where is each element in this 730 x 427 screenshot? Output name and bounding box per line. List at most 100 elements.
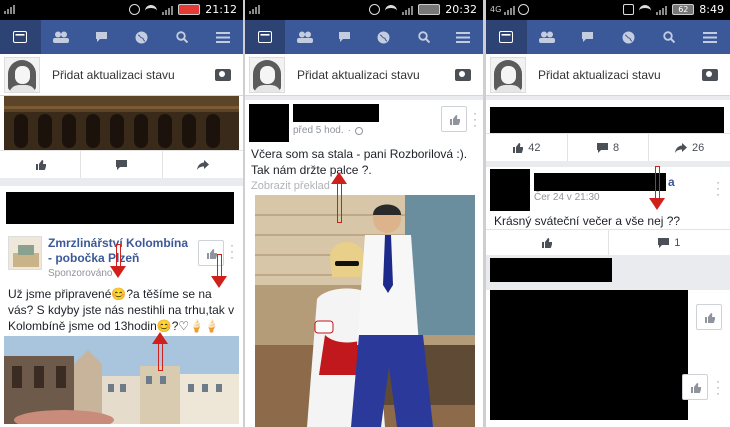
comment-button[interactable]: 8	[568, 134, 650, 161]
redacted-name	[293, 104, 379, 122]
news-feed-tab[interactable]	[486, 20, 527, 54]
signal-icon	[162, 5, 174, 15]
name-tail[interactable]: a	[668, 175, 675, 190]
post-text: Včera som sa stala - pani Rozborilová :)…	[251, 147, 468, 177]
annotation-arrow	[211, 254, 227, 290]
previous-post-photo	[0, 96, 243, 150]
messages-icon	[95, 32, 107, 42]
menu-icon	[702, 31, 717, 43]
phone-screen-1: 21:12 Přidat aktualizaci stavu Zmrzlinář…	[0, 0, 243, 427]
status-prompt[interactable]: Přidat aktualizaci stavu	[52, 68, 215, 82]
more-options-icon[interactable]: · · ·	[229, 239, 235, 263]
more-options-icon[interactable]: · · ·	[715, 176, 721, 200]
like-icon	[704, 312, 715, 323]
facebook-nav-bar	[486, 20, 730, 54]
share-count: 26	[692, 141, 705, 154]
like-count: 42	[528, 141, 541, 154]
comment-count: 1	[674, 236, 681, 249]
messages-tab[interactable]	[567, 20, 608, 54]
holiday-post: a Čer 24 v 21:30 · · · Krásný sváteční več…	[486, 167, 730, 255]
share-button[interactable]	[163, 151, 243, 178]
share-button[interactable]: 26	[649, 134, 730, 161]
wifi-icon	[385, 5, 398, 14]
phone-screen-2: 20:32 Přidat aktualizaci stavu před 5 ho…	[245, 0, 483, 427]
like-button[interactable]	[441, 106, 467, 132]
search-tab[interactable]	[649, 20, 690, 54]
annotation-arrow	[152, 332, 168, 372]
avatar	[4, 56, 40, 93]
like-button[interactable]	[696, 304, 722, 330]
couple-photo	[255, 195, 475, 427]
menu-tab[interactable]	[443, 20, 483, 54]
wifi-icon	[639, 5, 652, 14]
friends-tab[interactable]	[285, 20, 325, 54]
vibrate-icon	[623, 4, 635, 15]
search-tab[interactable]	[404, 20, 444, 54]
news-feed-tab[interactable]	[245, 20, 285, 54]
wedding-post: před 5 hod. · · · · Včera som sa stala - p…	[245, 100, 483, 427]
redacted-block	[490, 290, 688, 420]
status-prompt[interactable]: Přidat aktualizaci stavu	[297, 68, 455, 82]
menu-tab[interactable]	[689, 20, 730, 54]
messages-tab[interactable]	[81, 20, 122, 54]
post-meta: před 5 hod. ·	[293, 125, 363, 136]
notifications-tab[interactable]	[122, 20, 163, 54]
news-feed-icon	[499, 31, 514, 43]
like-button[interactable]	[0, 151, 82, 178]
menu-icon	[456, 31, 471, 43]
camera-icon[interactable]	[215, 68, 231, 81]
more-options-icon[interactable]: · · ·	[472, 107, 478, 131]
post-time[interactable]: před 5 hod.	[293, 125, 344, 136]
comment-button[interactable]	[81, 151, 163, 178]
more-options-icon[interactable]: · · ·	[715, 375, 721, 399]
globe-icon	[622, 31, 635, 43]
redacted-block	[490, 107, 724, 133]
friends-icon	[539, 31, 555, 43]
comment-icon	[115, 159, 127, 170]
search-tab[interactable]	[162, 20, 203, 54]
sponsored-post: Zmrzlinářství Kolombína - pobočka Plzeň …	[0, 186, 243, 427]
messages-tab[interactable]	[324, 20, 364, 54]
signal-icon	[504, 5, 516, 15]
building-photo	[4, 96, 239, 150]
post-time[interactable]: Čer 24 v 21:30	[534, 192, 600, 203]
status-composer[interactable]: Přidat aktualizaci stavu	[0, 54, 243, 96]
page-avatar	[8, 236, 42, 270]
friends-icon	[296, 31, 313, 43]
avatar	[490, 56, 526, 93]
like-icon	[449, 114, 460, 125]
whatsapp-icon	[518, 4, 530, 15]
friends-tab[interactable]	[527, 20, 568, 54]
notifications-tab[interactable]	[364, 20, 404, 54]
translate-link[interactable]: Zobrazit překlad	[251, 180, 330, 192]
globe-icon	[135, 31, 148, 43]
status-composer[interactable]: Přidat aktualizaci stavu	[486, 54, 730, 96]
status-composer[interactable]: Přidat aktualizaci stavu	[245, 54, 483, 96]
facebook-nav-bar	[0, 20, 243, 54]
wifi-icon	[145, 5, 158, 14]
comment-button[interactable]: 1	[609, 230, 730, 255]
like-icon	[690, 382, 701, 393]
friends-tab[interactable]	[41, 20, 82, 54]
news-feed-tab[interactable]	[0, 20, 41, 54]
menu-tab[interactable]	[203, 20, 244, 54]
like-icon	[513, 143, 524, 153]
status-prompt[interactable]: Přidat aktualizaci stavu	[538, 68, 702, 82]
annotation-arrow	[331, 172, 347, 224]
post-text: Krásný sváteční večer a vše nej ??	[494, 214, 681, 228]
sponsored-label: Sponzorováno	[48, 268, 113, 279]
three-phone-screenshots: 21:12 Přidat aktualizaci stavu Zmrzlinář…	[0, 0, 730, 427]
alarm-icon	[129, 4, 141, 15]
like-button[interactable]	[486, 230, 609, 255]
camera-icon[interactable]	[702, 68, 718, 81]
next-post: · · ·	[486, 290, 730, 427]
like-button[interactable]: 42	[486, 134, 568, 161]
camera-icon[interactable]	[455, 68, 471, 81]
news-feed-icon	[257, 31, 272, 43]
search-icon	[663, 31, 676, 43]
share-icon	[196, 159, 209, 170]
annotation-arrow	[110, 244, 126, 280]
signal-icon	[402, 5, 414, 15]
notifications-tab[interactable]	[608, 20, 649, 54]
like-button[interactable]	[682, 374, 708, 400]
